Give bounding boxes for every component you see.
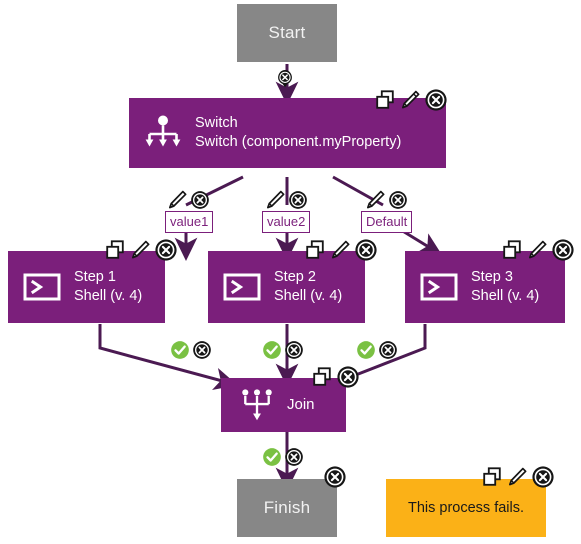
edit-pencil-icon[interactable] bbox=[264, 189, 286, 211]
copy-icon[interactable] bbox=[104, 239, 126, 261]
node-step1-toolbar bbox=[104, 238, 178, 262]
delete-circle-x-icon[interactable] bbox=[531, 465, 555, 489]
copy-icon[interactable] bbox=[311, 366, 333, 388]
node-step2-toolbar bbox=[304, 238, 378, 262]
delete-circle-x-icon[interactable] bbox=[336, 365, 360, 389]
delete-circle-x-icon[interactable] bbox=[551, 238, 575, 262]
node-finish-toolbar bbox=[323, 465, 347, 489]
node-finish[interactable]: Finish bbox=[237, 479, 337, 537]
edit-pencil-icon[interactable] bbox=[364, 189, 386, 211]
delete-circle-x-icon[interactable] bbox=[154, 238, 178, 262]
edge-badges-step3-to-join bbox=[356, 340, 398, 360]
node-step2-text: Step 2 Shell (v. 4) bbox=[274, 268, 342, 305]
delete-circle-x-icon[interactable] bbox=[190, 190, 210, 210]
edge-badges-step1-to-join bbox=[170, 340, 212, 360]
node-finish-label: Finish bbox=[263, 498, 311, 517]
edge-badges-start-to-switch bbox=[275, 69, 295, 89]
node-step3-text: Step 3 Shell (v. 4) bbox=[471, 268, 539, 305]
success-check-circle-icon[interactable] bbox=[262, 447, 282, 467]
copy-icon[interactable] bbox=[501, 239, 523, 261]
node-join-toolbar bbox=[311, 365, 360, 389]
delete-circle-x-icon[interactable] bbox=[323, 465, 347, 489]
node-step1-text: Step 1 Shell (v. 4) bbox=[74, 268, 142, 305]
edge-badges-join-to-finish bbox=[262, 447, 304, 467]
workflow-canvas: Start Switch Switch (component.myPropert… bbox=[0, 0, 581, 544]
copy-icon[interactable] bbox=[304, 239, 326, 261]
copy-icon[interactable] bbox=[481, 466, 503, 488]
delete-circle-x-icon[interactable] bbox=[424, 88, 448, 112]
copy-icon[interactable] bbox=[374, 89, 396, 111]
delete-circle-x-icon[interactable] bbox=[388, 190, 408, 210]
edge-badges-step2-to-join bbox=[262, 340, 304, 360]
edit-pencil-icon[interactable] bbox=[526, 239, 548, 261]
edit-pencil-icon[interactable] bbox=[329, 239, 351, 261]
delete-circle-x-icon[interactable] bbox=[284, 340, 304, 360]
edit-pencil-icon[interactable] bbox=[506, 466, 528, 488]
node-step2-title: Step 2 bbox=[274, 269, 316, 286]
success-check-circle-icon[interactable] bbox=[356, 340, 376, 360]
node-switch-subtitle: Switch (component.myProperty) bbox=[195, 134, 402, 150]
node-step1-title: Step 1 bbox=[74, 269, 116, 286]
success-check-circle-icon[interactable] bbox=[170, 340, 190, 360]
edit-pencil-icon[interactable] bbox=[166, 189, 188, 211]
shell-terminal-icon bbox=[420, 273, 458, 301]
delete-circle-x-icon[interactable] bbox=[288, 190, 308, 210]
edit-pencil-icon[interactable] bbox=[399, 89, 421, 111]
delete-circle-x-icon[interactable] bbox=[275, 69, 295, 89]
delete-circle-x-icon[interactable] bbox=[192, 340, 212, 360]
branch-chip-default[interactable]: Default bbox=[361, 211, 413, 233]
branch-chip-value1[interactable]: value1 bbox=[165, 211, 214, 233]
node-join-text: Join bbox=[287, 395, 315, 414]
node-step1-subtitle: Shell (v. 4) bbox=[74, 288, 143, 304]
node-start-label: Start bbox=[268, 23, 306, 42]
node-join-title: Join bbox=[287, 396, 315, 414]
delete-circle-x-icon[interactable] bbox=[284, 447, 304, 467]
node-switch-toolbar bbox=[374, 88, 448, 112]
delete-circle-x-icon[interactable] bbox=[354, 238, 378, 262]
edge-badges-branch-default bbox=[364, 189, 408, 211]
branch-chip-value2[interactable]: value2 bbox=[262, 211, 311, 233]
edge-badges-branch-value2 bbox=[264, 189, 308, 211]
node-step3-toolbar bbox=[501, 238, 575, 262]
node-switch-text: Switch Switch (component.myProperty) bbox=[195, 114, 401, 151]
edge-badges-branch-value1 bbox=[166, 189, 210, 211]
note-toolbar bbox=[481, 465, 555, 489]
join-merge-icon bbox=[242, 389, 272, 421]
shell-terminal-icon bbox=[223, 273, 261, 301]
node-step3-subtitle: Shell (v. 4) bbox=[471, 288, 540, 304]
switch-branch-icon bbox=[145, 115, 181, 147]
note-text: This process fails. bbox=[407, 500, 525, 516]
shell-terminal-icon bbox=[23, 273, 61, 301]
node-switch-title: Switch bbox=[195, 115, 238, 132]
edit-pencil-icon[interactable] bbox=[129, 239, 151, 261]
success-check-circle-icon[interactable] bbox=[262, 340, 282, 360]
node-start[interactable]: Start bbox=[237, 4, 337, 62]
node-step3-title: Step 3 bbox=[471, 269, 513, 286]
delete-circle-x-icon[interactable] bbox=[378, 340, 398, 360]
node-step2-subtitle: Shell (v. 4) bbox=[274, 288, 343, 304]
